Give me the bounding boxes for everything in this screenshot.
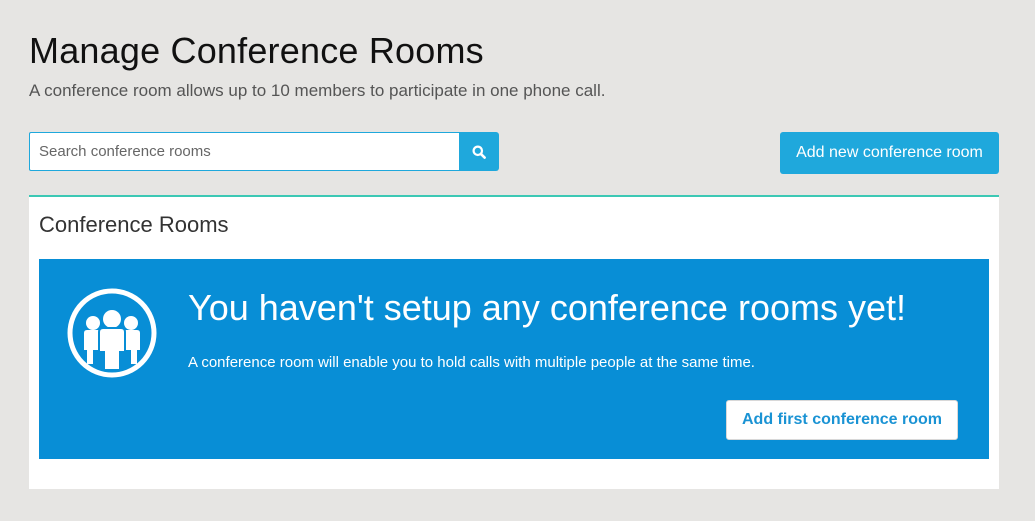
- page-title: Manage Conference Rooms: [29, 30, 484, 71]
- group-icon: [67, 288, 157, 378]
- search-button[interactable]: [459, 132, 499, 171]
- empty-state-heading: You haven't setup any conference rooms y…: [188, 287, 906, 328]
- add-conference-room-button[interactable]: Add new conference room: [780, 132, 999, 174]
- search-icon: [472, 145, 486, 159]
- panel-title: Conference Rooms: [39, 212, 229, 237]
- add-first-conference-room-button[interactable]: Add first conference room: [726, 400, 958, 440]
- empty-state-text: A conference room will enable you to hol…: [188, 354, 755, 371]
- empty-state: You haven't setup any conference rooms y…: [39, 259, 989, 459]
- page-subtitle: A conference room allows up to 10 member…: [29, 81, 606, 100]
- conference-rooms-panel: Conference Rooms You haven't setup any c…: [29, 195, 999, 489]
- search-input[interactable]: [29, 132, 459, 171]
- page: Manage Conference Rooms A conference roo…: [0, 0, 1035, 521]
- search-bar: [29, 132, 499, 171]
